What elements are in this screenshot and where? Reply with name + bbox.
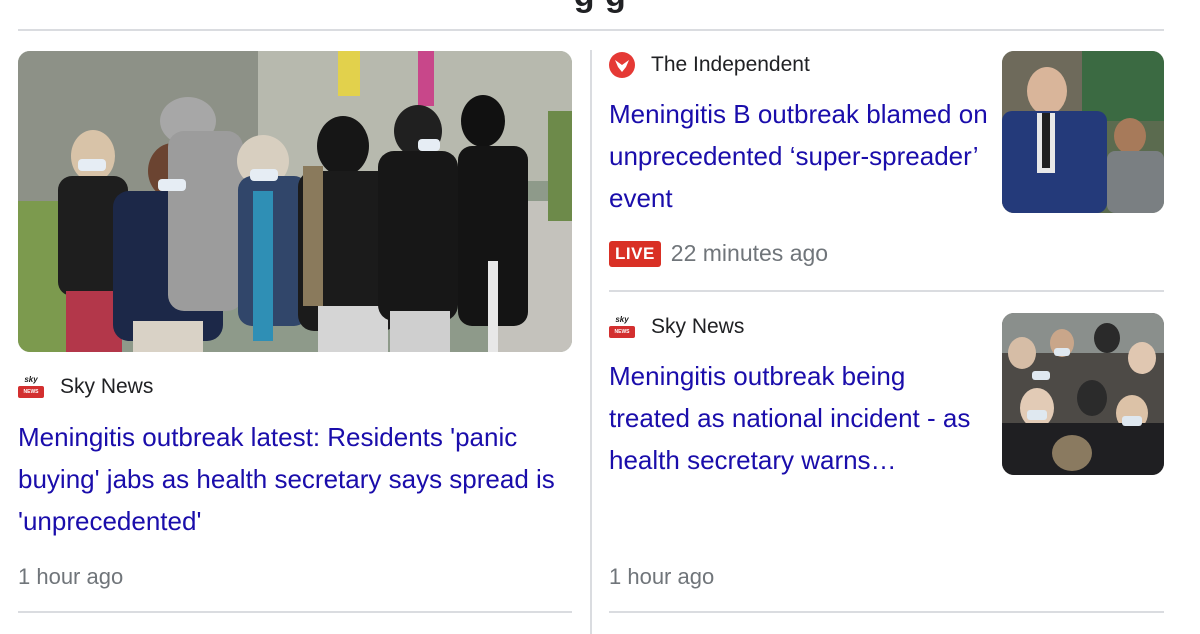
independent-eagle-icon <box>609 52 635 78</box>
section-heading-cropped: g g <box>0 0 1200 15</box>
sky-news-logo-icon: sky NEWS <box>18 374 44 400</box>
source-row-left: sky NEWS Sky News <box>18 374 153 400</box>
right-bottom-divider <box>609 611 1164 613</box>
right-timestamp-2: 1 hour ago <box>609 564 715 589</box>
thumbnail-2[interactable] <box>1002 313 1164 475</box>
thumbnail-1[interactable] <box>1002 51 1164 213</box>
left-bottom-divider <box>18 611 572 613</box>
source-row-sky: sky NEWS Sky News <box>609 314 744 340</box>
source-name: The Independent <box>651 53 810 76</box>
parliament-photo-illustration <box>1002 51 1164 213</box>
sky-news-logo-icon: sky NEWS <box>609 314 635 340</box>
source-name: Sky News <box>651 315 745 338</box>
crowd-photo-illustration <box>1002 313 1164 475</box>
hero-news-image[interactable] <box>18 51 572 352</box>
right-headline-2-link[interactable]: Meningitis outbreak being treated as nat… <box>609 355 989 481</box>
left-timestamp: 1 hour ago <box>18 564 124 589</box>
live-badge: LIVE <box>609 240 661 267</box>
right-headline-1-link[interactable]: Meningitis B outbreak blamed on unpreced… <box>609 93 989 219</box>
source-name: Sky News <box>60 375 154 398</box>
source-row-independent: The Independent <box>609 52 810 78</box>
right-divider <box>609 290 1164 292</box>
left-headline-link[interactable]: Meningitis outbreak latest: Residents 'p… <box>18 416 578 542</box>
queue-photo-illustration <box>18 51 572 352</box>
top-divider <box>18 29 1164 31</box>
column-divider <box>590 50 592 634</box>
right-timestamp-1: 22 minutes ago <box>670 240 829 266</box>
live-row: LIVE 22 minutes ago <box>609 240 828 267</box>
